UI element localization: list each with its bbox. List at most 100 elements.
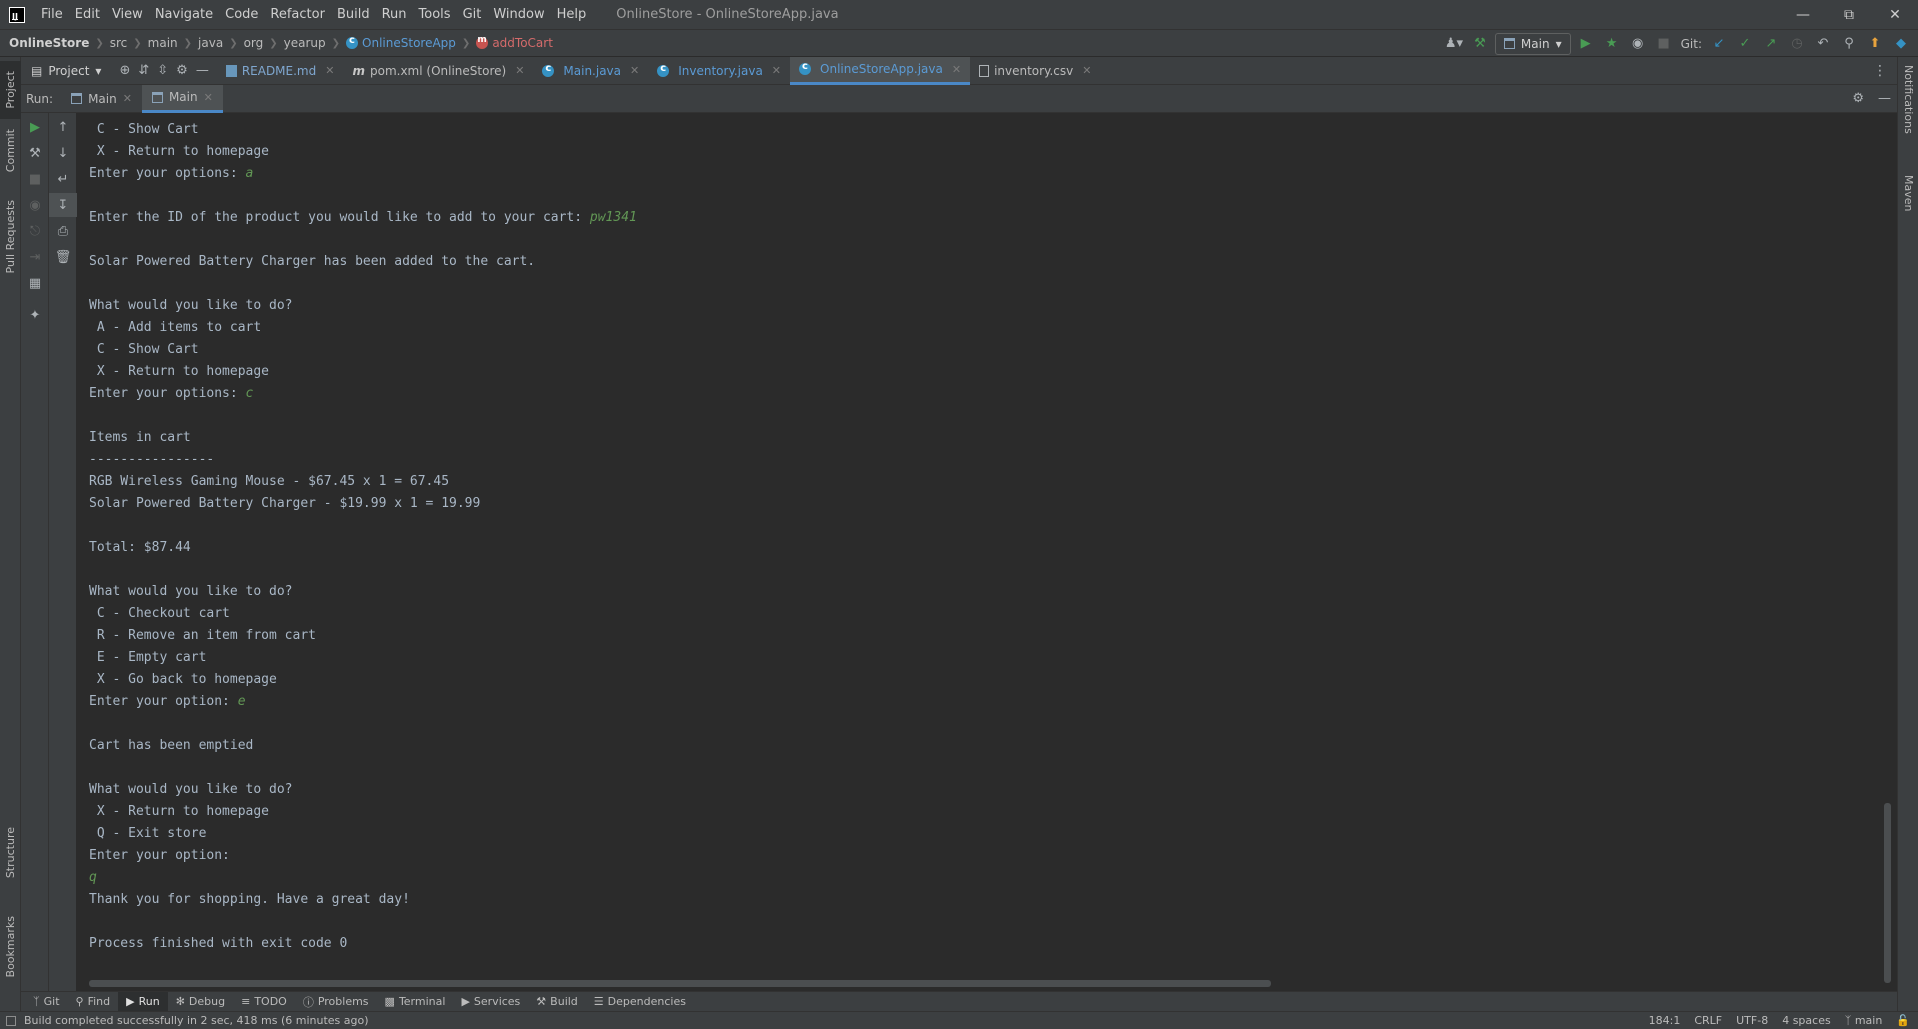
- stop-icon[interactable]: ■: [21, 167, 49, 191]
- git-tool-button[interactable]: ᛉ Git: [25, 992, 68, 1012]
- vertical-scrollbar[interactable]: [1884, 803, 1891, 983]
- pull-requests-tool-tab[interactable]: Pull Requests: [0, 187, 21, 287]
- line-separator[interactable]: CRLF: [1694, 1014, 1722, 1027]
- locate-icon[interactable]: ⊕: [119, 63, 130, 78]
- build-tool-button[interactable]: ⚒ Build: [528, 992, 586, 1012]
- menu-view[interactable]: View: [106, 0, 149, 29]
- status-message[interactable]: Build completed successfully in 2 sec, 4…: [24, 1014, 369, 1027]
- more-options-icon[interactable]: ⋮: [1873, 63, 1887, 79]
- camera-icon[interactable]: ◉: [21, 193, 49, 217]
- tab-pom[interactable]: m pom.xml (OnlineStore) ✕: [343, 57, 533, 85]
- project-tool-tab[interactable]: Project: [0, 61, 21, 119]
- breadcrumb-java[interactable]: java: [198, 36, 223, 50]
- tool-windows-icon[interactable]: [6, 1015, 16, 1026]
- close-icon[interactable]: ✕: [952, 63, 961, 76]
- tab-readme[interactable]: README.md ✕: [217, 57, 344, 85]
- rollback-icon[interactable]: ↶: [1812, 33, 1834, 55]
- minimize-icon[interactable]: —: [1780, 0, 1826, 29]
- structure-tool-tab[interactable]: Structure: [0, 817, 21, 889]
- run-icon[interactable]: ▶: [1575, 33, 1597, 55]
- tab-inventory-csv[interactable]: inventory.csv ✕: [970, 57, 1100, 85]
- menu-git[interactable]: Git: [457, 0, 488, 29]
- git-branch-widget[interactable]: ᛉ main: [1845, 1014, 1883, 1027]
- menu-help[interactable]: Help: [551, 0, 593, 29]
- breadcrumb-src[interactable]: src: [110, 36, 128, 50]
- run-console[interactable]: C - Show Cart X - Return to homepage Ente…: [77, 113, 1897, 991]
- problems-tool-button[interactable]: ⓘ Problems: [295, 992, 377, 1012]
- expand-all-icon[interactable]: ⇵: [138, 63, 149, 78]
- menu-edit[interactable]: Edit: [69, 0, 106, 29]
- menu-file[interactable]: File: [35, 0, 69, 29]
- lock-icon[interactable]: 🔓: [1896, 1014, 1910, 1027]
- commit-tool-tab[interactable]: Commit: [0, 121, 21, 181]
- scroll-to-end-icon[interactable]: ↧: [49, 193, 77, 217]
- git-commit-icon[interactable]: ✓: [1734, 33, 1756, 55]
- file-encoding[interactable]: UTF-8: [1736, 1014, 1768, 1027]
- bookmarks-tool-tab[interactable]: Bookmarks: [0, 907, 21, 987]
- horizontal-scrollbar[interactable]: [89, 980, 1271, 987]
- coverage-icon[interactable]: ◉: [1627, 33, 1649, 55]
- login-icon[interactable]: ⇥: [21, 245, 49, 269]
- breadcrumb-method[interactable]: addToCart: [492, 36, 553, 50]
- run-tool-button[interactable]: ▶ Run: [118, 991, 168, 1012]
- project-view-select[interactable]: ▤ Project ▾: [21, 57, 111, 85]
- updates-icon[interactable]: ⬆: [1864, 33, 1886, 55]
- close-icon[interactable]: ✕: [630, 64, 639, 77]
- menu-refactor[interactable]: Refactor: [264, 0, 331, 29]
- build-hammer-icon[interactable]: ⚒: [1469, 33, 1491, 55]
- arrow-down-icon[interactable]: ↓: [49, 141, 77, 165]
- close-icon[interactable]: ✕: [1082, 64, 1091, 77]
- close-icon[interactable]: ✕: [204, 91, 213, 104]
- soft-wrap-icon[interactable]: ↵: [49, 167, 77, 191]
- close-icon[interactable]: ✕: [1872, 0, 1918, 29]
- hide-icon[interactable]: —: [196, 63, 209, 78]
- breadcrumb-class[interactable]: OnlineStoreApp: [362, 36, 456, 50]
- services-tool-button[interactable]: ▶ Services: [453, 992, 528, 1012]
- tab-inventory-java[interactable]: Inventory.java ✕: [648, 57, 790, 85]
- menu-code[interactable]: Code: [219, 0, 264, 29]
- menu-build[interactable]: Build: [331, 0, 376, 29]
- maven-tool-tab[interactable]: Maven: [1898, 175, 1918, 225]
- breadcrumb-project[interactable]: OnlineStore: [9, 36, 89, 50]
- dependencies-tool-button[interactable]: ☰ Dependencies: [586, 992, 694, 1012]
- layout-icon[interactable]: ▦: [21, 271, 49, 295]
- debug-tool-button[interactable]: ✻ Debug: [168, 992, 233, 1012]
- menu-navigate[interactable]: Navigate: [149, 0, 219, 29]
- git-update-icon[interactable]: ↙: [1708, 33, 1730, 55]
- search-everywhere-icon[interactable]: ⚲: [1838, 33, 1860, 55]
- tab-main-java[interactable]: Main.java ✕: [533, 57, 648, 85]
- restore-icon[interactable]: ⧉: [1826, 0, 1872, 29]
- notifications-tool-tab[interactable]: Notifications: [1898, 65, 1918, 155]
- menu-tools[interactable]: Tools: [413, 0, 457, 29]
- gear-icon[interactable]: ⚙: [176, 63, 188, 78]
- git-push-icon[interactable]: ↗: [1760, 33, 1782, 55]
- trash-icon[interactable]: 🗑: [49, 245, 77, 269]
- user-icon[interactable]: ♟▾: [1443, 33, 1465, 55]
- history-icon[interactable]: ◷: [1786, 33, 1808, 55]
- menu-run[interactable]: Run: [376, 0, 413, 29]
- hide-icon[interactable]: —: [1878, 91, 1891, 106]
- indent-setting[interactable]: 4 spaces: [1782, 1014, 1831, 1027]
- pin-icon[interactable]: ✦: [21, 303, 49, 327]
- run-tab-main-2[interactable]: Main ✕: [141, 84, 223, 113]
- plugin-icon[interactable]: ◆: [1890, 33, 1912, 55]
- breadcrumb-yearup[interactable]: yearup: [284, 36, 326, 50]
- breadcrumb-org[interactable]: org: [244, 36, 264, 50]
- exit-icon[interactable]: ⎋: [21, 219, 49, 243]
- collapse-all-icon[interactable]: ⇳: [157, 63, 168, 78]
- terminal-tool-button[interactable]: ▩ Terminal: [377, 992, 454, 1012]
- todo-tool-button[interactable]: ≡ TODO: [233, 992, 295, 1012]
- breadcrumb-main[interactable]: main: [148, 36, 178, 50]
- menu-window[interactable]: Window: [487, 0, 550, 29]
- caret-position[interactable]: 184:1: [1649, 1014, 1681, 1027]
- debug-icon[interactable]: ★: [1601, 33, 1623, 55]
- wrench-icon[interactable]: ⚒: [21, 141, 49, 165]
- stop-icon[interactable]: ■: [1653, 33, 1675, 55]
- run-configuration-select[interactable]: Main ▾: [1494, 32, 1571, 55]
- tab-onlinestoreapp-java[interactable]: OnlineStoreApp.java ✕: [790, 56, 971, 85]
- close-icon[interactable]: ✕: [772, 64, 781, 77]
- rerun-icon[interactable]: ▶: [21, 115, 49, 139]
- find-tool-button[interactable]: ⚲ Find: [68, 992, 119, 1012]
- run-tab-main-1[interactable]: Main ✕: [61, 85, 142, 113]
- close-icon[interactable]: ✕: [325, 64, 334, 77]
